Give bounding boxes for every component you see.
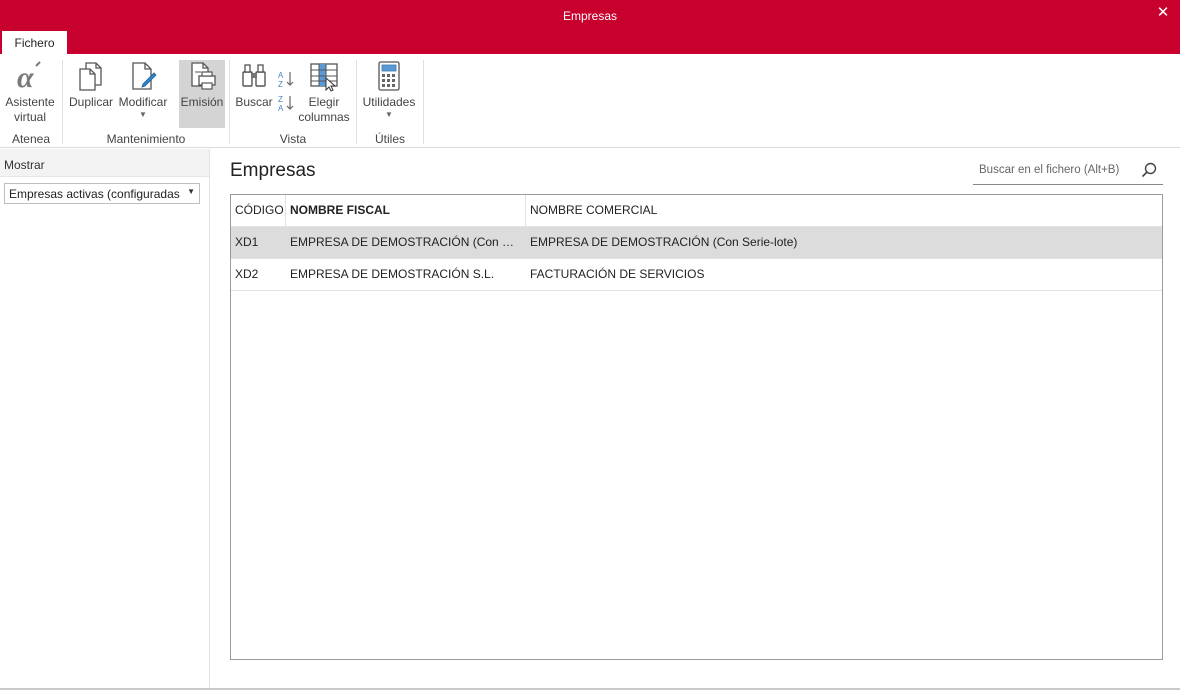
ribbon-tab-strip: Fichero	[0, 31, 1180, 54]
elegir-label-2: columnas	[298, 110, 350, 124]
chevron-down-icon: ▼	[139, 110, 147, 119]
filter-select-value: Empresas activas (configuradas para	[9, 187, 181, 201]
columns-icon	[308, 60, 340, 92]
filter-panel-header: Mostrar	[0, 149, 209, 177]
sort-descending-icon: Z A	[278, 95, 294, 113]
group-separator	[423, 60, 424, 144]
svg-text:A: A	[278, 104, 284, 112]
column-header-nombre-comercial[interactable]: NOMBRE COMERCIAL	[526, 195, 1162, 226]
cell-nombre-comercial: FACTURACIÓN DE SERVICIOS	[530, 267, 705, 281]
close-icon[interactable]: ✕	[1154, 4, 1172, 22]
elegir-columnas-button[interactable]: Elegir columnas	[298, 60, 350, 125]
buscar-label: Buscar	[235, 95, 273, 109]
duplicar-label: Duplicar	[68, 95, 113, 109]
elegir-label-1: Elegir	[308, 95, 340, 109]
sort-ascending-icon: A Z	[278, 71, 294, 89]
asistente-virtual-button[interactable]: α Asistente virtual	[4, 60, 56, 125]
column-header-nombre-fiscal[interactable]: NOMBRE FISCAL	[286, 195, 526, 226]
cell-nombre-comercial: EMPRESA DE DEMOSTRACIÓN (Con Serie-lote)	[530, 235, 798, 249]
cell-nombre-fiscal: EMPRESA DE DEMOSTRACIÓN S.L.	[290, 267, 495, 281]
duplicate-icon	[75, 60, 107, 92]
title-bar: Empresas ✕	[0, 0, 1180, 31]
page-title: Empresas	[230, 160, 316, 181]
sort-descending-button[interactable]: Z A	[276, 94, 296, 114]
svg-text:A: A	[278, 71, 284, 80]
ribbon: α Asistente virtual Atenea Duplicar Modi…	[0, 54, 1180, 148]
buscar-button[interactable]: Buscar	[234, 60, 274, 110]
table-header-row: CÓDIGO NOMBRE FISCAL NOMBRE COMERCIAL	[231, 195, 1162, 227]
asistente-label-1: Asistente	[5, 95, 55, 109]
svg-text:Z: Z	[278, 80, 283, 88]
sort-ascending-button[interactable]: A Z	[276, 70, 296, 90]
search-input[interactable]	[973, 158, 1133, 182]
printer-icon	[186, 60, 218, 92]
emision-label: Emisión	[180, 95, 224, 109]
emision-button[interactable]: Emisión	[179, 60, 225, 128]
edit-document-icon	[127, 60, 159, 92]
group-label-utiles: Útiles	[374, 132, 405, 146]
chevron-down-icon: ▼	[385, 110, 393, 119]
utilidades-button[interactable]: Utilidades ▼	[361, 60, 417, 120]
utilidades-label: Utilidades	[362, 95, 416, 109]
search-icon[interactable]	[1141, 162, 1157, 178]
group-label-mantenimiento: Mantenimiento	[106, 132, 186, 146]
asistente-label-2: virtual	[13, 110, 46, 124]
table-row[interactable]: XD1 EMPRESA DE DEMOSTRACIÓN (Con Serie-l…	[231, 227, 1162, 259]
tab-fichero[interactable]: Fichero	[2, 31, 67, 54]
table-row[interactable]: XD2 EMPRESA DE DEMOSTRACIÓN S.L. FACTURA…	[231, 259, 1162, 291]
alpha-icon: α	[14, 60, 46, 94]
modificar-button[interactable]: Modificar ▼	[117, 60, 169, 120]
modificar-label: Modificar	[118, 95, 168, 109]
duplicar-button[interactable]: Duplicar	[67, 60, 115, 110]
binoculars-icon	[238, 60, 270, 92]
cell-codigo: XD2	[235, 267, 259, 281]
cell-codigo: XD1	[235, 235, 259, 249]
svg-text:Z: Z	[278, 95, 283, 104]
chevron-down-icon: ▼	[187, 187, 195, 196]
group-label-atenea: Atenea	[11, 132, 51, 146]
filter-panel: Mostrar Empresas activas (configuradas p…	[0, 149, 210, 690]
calculator-icon	[373, 60, 405, 92]
search-box[interactable]	[973, 158, 1163, 185]
filter-select[interactable]: Empresas activas (configuradas para ▼	[4, 183, 200, 204]
window-title: Empresas	[562, 9, 618, 23]
group-label-vista: Vista	[279, 132, 307, 146]
cell-nombre-fiscal: EMPRESA DE DEMOSTRACIÓN (Con Serie-lote)	[290, 235, 526, 249]
svg-text:α: α	[17, 61, 34, 92]
column-header-codigo[interactable]: CÓDIGO	[231, 195, 286, 226]
companies-table: CÓDIGO NOMBRE FISCAL NOMBRE COMERCIAL XD…	[230, 194, 1163, 660]
